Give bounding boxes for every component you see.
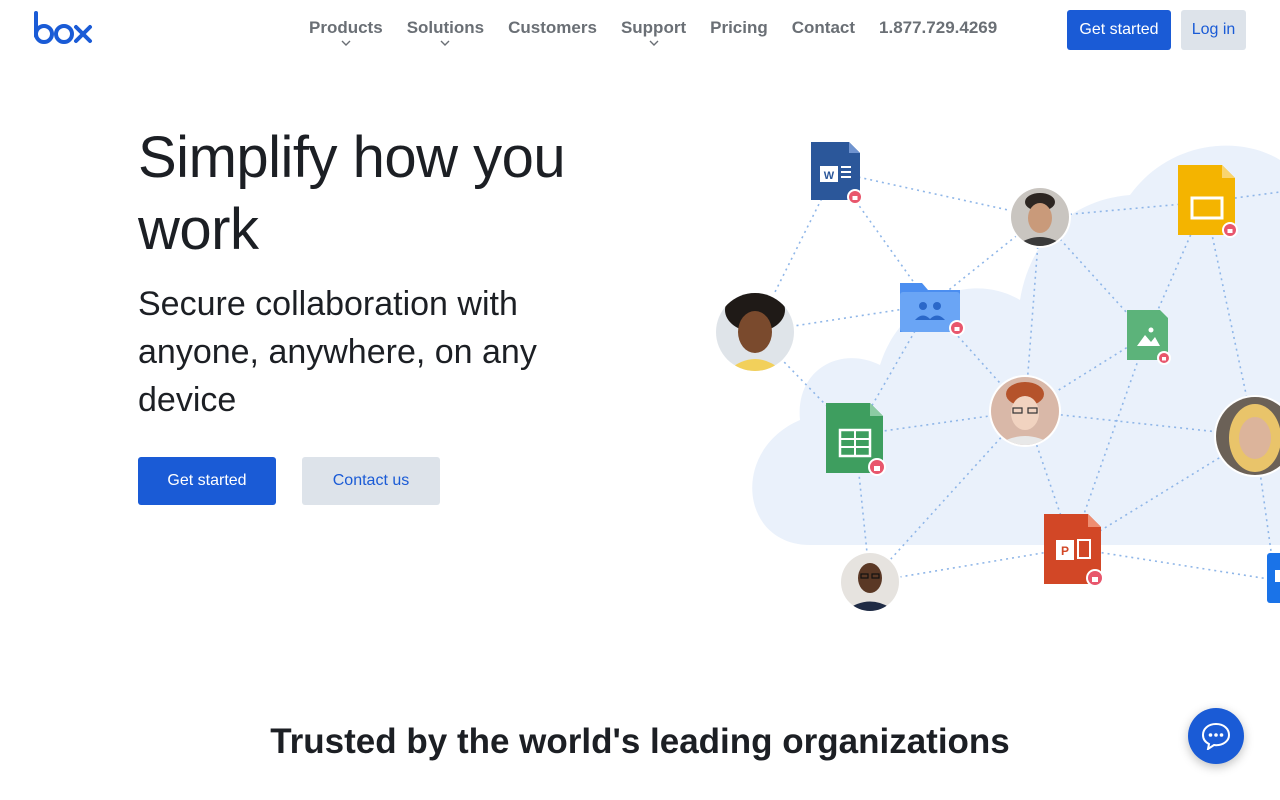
nav-solutions[interactable]: Solutions	[407, 18, 484, 54]
nav-contact-label: Contact	[791, 18, 856, 37]
site-header: Products Solutions Customers Support Pri…	[0, 0, 1280, 64]
nav-support-label: Support	[620, 18, 687, 37]
hero-title: Simplify how you work	[138, 125, 566, 262]
nav-phone[interactable]: 1.877.729.4269	[879, 18, 997, 54]
word-doc-icon: W	[811, 142, 863, 205]
shared-folder-icon	[900, 283, 965, 336]
trusted-heading: Trusted by the world's leading organizat…	[270, 722, 1010, 761]
nav-products[interactable]: Products	[309, 18, 383, 54]
avatar	[1009, 186, 1071, 248]
hero-subtitle: Secure collaboration with anyone, anywhe…	[138, 285, 537, 419]
image-file-icon	[1127, 310, 1171, 365]
spreadsheet-icon	[826, 403, 886, 476]
hero-get-started-button[interactable]: Get started	[138, 457, 276, 505]
chat-button[interactable]	[1188, 708, 1244, 764]
collaboration-illustration: W P	[700, 120, 1280, 640]
nav-contact[interactable]: Contact	[792, 18, 855, 54]
login-button[interactable]: Log in	[1181, 10, 1246, 50]
main-nav: Products Solutions Customers Support Pri…	[309, 18, 997, 54]
nav-solutions-label: Solutions	[406, 18, 485, 37]
contact-us-button[interactable]: Contact us	[302, 457, 440, 505]
nav-customers[interactable]: Customers	[508, 18, 597, 54]
chevron-down-icon	[341, 40, 351, 48]
avatar	[839, 551, 901, 613]
avatar	[714, 291, 796, 373]
folder-icon	[1267, 553, 1280, 603]
nav-phone-label: 1.877.729.4269	[879, 18, 998, 37]
nav-pricing[interactable]: Pricing	[710, 18, 768, 54]
nav-support[interactable]: Support	[621, 18, 686, 54]
chevron-down-icon	[440, 40, 450, 48]
nav-products-label: Products	[309, 18, 383, 37]
svg-text:W: W	[824, 170, 835, 182]
powerpoint-icon: P	[1044, 514, 1104, 587]
slides-icon	[1178, 165, 1238, 238]
nav-customers-label: Customers	[508, 18, 597, 37]
chevron-down-icon	[649, 40, 659, 48]
box-logo[interactable]	[33, 10, 95, 48]
chat-bubble-icon	[1201, 722, 1231, 750]
avatar	[989, 375, 1061, 447]
svg-text:P: P	[1061, 544, 1069, 558]
nav-pricing-label: Pricing	[710, 18, 768, 37]
header-get-started-button[interactable]: Get started	[1067, 10, 1171, 50]
